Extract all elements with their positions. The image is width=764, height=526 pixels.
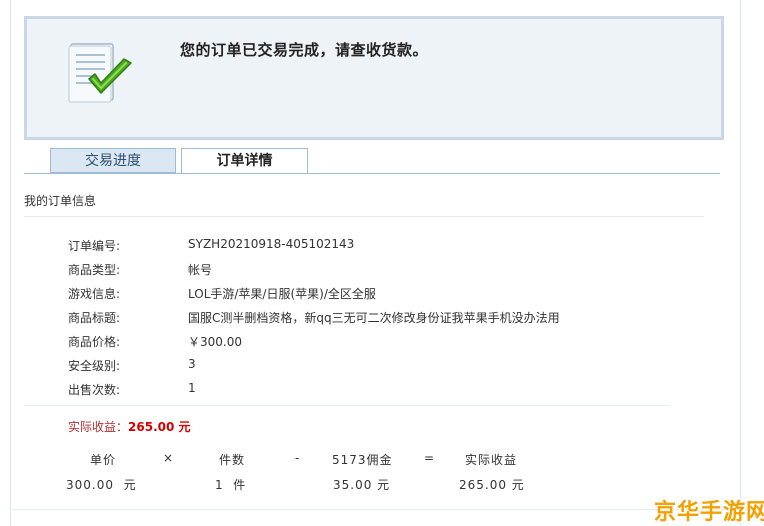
info-value: ￥300.00: [188, 335, 242, 349]
document-check-icon: [68, 43, 132, 103]
info-value: 1: [188, 381, 196, 395]
frame-bottom-border: [10, 509, 741, 510]
info-value: SYZH20210918-405102143: [188, 237, 355, 251]
site-watermark-logo: 京华手游网: [654, 500, 764, 525]
info-value: 国服C测半删档资格，新qq三无可二次修改身份证我苹果手机没办法用: [188, 311, 560, 325]
tabs-baseline: [24, 173, 720, 174]
info-label: 商品类型:: [68, 263, 121, 277]
info-label: 安全级别:: [68, 359, 121, 373]
info-label: 商品标题:: [68, 311, 121, 325]
divider: [24, 405, 670, 406]
earnings-value: 265.00 元: [128, 420, 191, 434]
info-value: 帐号: [188, 263, 213, 277]
info-label: 出售次数:: [68, 383, 121, 397]
divider: [24, 216, 704, 217]
calc-header-commission: 5173佣金: [332, 453, 393, 467]
info-value: LOL手游/苹果/日服(苹果)/全区全服: [188, 287, 376, 301]
tab-order-details[interactable]: 订单详情: [181, 148, 308, 174]
info-label: 商品价格:: [68, 335, 121, 349]
frame-left-border: [10, 0, 11, 526]
calc-header-actual-earnings: 实际收益: [465, 453, 518, 467]
calc-operator-minus: -: [295, 451, 301, 465]
calc-operator-equals: =: [424, 451, 436, 465]
calc-value-quantity: 1 件: [215, 478, 247, 492]
calc-header-unit-price: 单价: [90, 453, 117, 467]
info-label: 订单编号:: [68, 239, 121, 253]
frame-right-border: [740, 0, 741, 526]
calc-header-quantity: 件数: [219, 453, 246, 467]
actual-earnings: 实际收益：265.00 元: [68, 418, 191, 435]
info-label: 游戏信息:: [68, 287, 121, 301]
completion-banner: 您的订单已交易完成，请查收货款。: [24, 16, 724, 140]
tab-trade-progress[interactable]: 交易进度: [50, 148, 176, 173]
calc-value-unit-price: 300.00 元: [66, 478, 137, 492]
calc-value-commission: 35.00 元: [333, 478, 391, 492]
section-title: 我的订单信息: [24, 194, 97, 208]
completion-message: 您的订单已交易完成，请查收货款。: [180, 41, 429, 59]
calc-value-actual-earnings: 265.00 元: [459, 478, 525, 492]
calc-operator-multiply: ×: [163, 451, 175, 465]
earnings-label: 实际收益：: [68, 420, 129, 434]
info-value: 3: [188, 357, 196, 371]
